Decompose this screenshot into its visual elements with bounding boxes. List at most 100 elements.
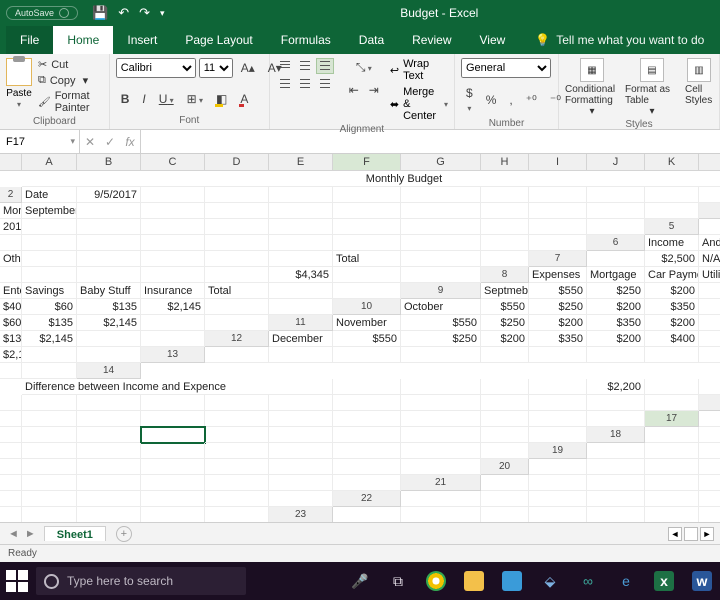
cell-E22[interactable] bbox=[645, 491, 699, 507]
cell-D12[interactable]: $200 bbox=[481, 331, 529, 347]
col-header-D[interactable]: D bbox=[205, 154, 269, 171]
row-header-20[interactable]: 20 bbox=[481, 459, 529, 475]
cell-G15[interactable] bbox=[333, 395, 401, 411]
cell-H2[interactable] bbox=[481, 187, 529, 203]
cell-E4[interactable] bbox=[141, 219, 205, 235]
col-header-F[interactable]: F bbox=[333, 154, 401, 171]
cell-A13[interactable] bbox=[205, 347, 269, 363]
cell-D16[interactable] bbox=[77, 411, 141, 427]
cell-G7[interactable] bbox=[77, 267, 141, 283]
cell-K21[interactable] bbox=[205, 491, 269, 507]
cell-C11[interactable]: $250 bbox=[481, 315, 529, 331]
cell-L18[interactable] bbox=[481, 443, 529, 459]
cell-I8[interactable]: Insurance bbox=[141, 283, 205, 299]
cell-B21[interactable] bbox=[529, 475, 587, 491]
format-as-table-button[interactable]: ▤Format as Table▾ bbox=[625, 58, 679, 117]
cell-B19[interactable] bbox=[645, 443, 699, 459]
cell-K10[interactable] bbox=[141, 315, 205, 331]
sheet-tab[interactable]: Sheet1 bbox=[44, 526, 106, 541]
cell-D17[interactable] bbox=[22, 427, 77, 443]
cell-F2[interactable] bbox=[333, 187, 401, 203]
new-sheet-button[interactable]: + bbox=[116, 526, 132, 542]
cell-E10[interactable]: $350 bbox=[645, 299, 699, 315]
cell-E12[interactable]: $350 bbox=[529, 331, 587, 347]
cell-K6[interactable] bbox=[401, 251, 481, 267]
word-icon[interactable]: w bbox=[690, 569, 714, 593]
cell-H9[interactable]: $60 bbox=[22, 299, 77, 315]
cell-I17[interactable] bbox=[333, 427, 401, 443]
cell-F17[interactable] bbox=[141, 427, 205, 443]
cell-G6[interactable] bbox=[141, 251, 205, 267]
cell-G12[interactable]: $400 bbox=[645, 331, 699, 347]
col-header-H[interactable]: H bbox=[481, 154, 529, 171]
cell-A8[interactable]: Expenses bbox=[529, 267, 587, 283]
cell-H8[interactable]: Baby Stuff bbox=[77, 283, 141, 299]
cell-K22[interactable] bbox=[141, 507, 205, 522]
italic-button[interactable]: I bbox=[137, 90, 150, 108]
dropbox-icon[interactable]: ⬙ bbox=[538, 569, 562, 593]
cell-I6[interactable] bbox=[269, 251, 333, 267]
font-color-button[interactable]: A bbox=[235, 90, 253, 108]
cell-C8[interactable]: Car Payment bbox=[645, 267, 699, 283]
cell-F23[interactable] bbox=[645, 507, 699, 522]
row-header-21[interactable]: 21 bbox=[401, 475, 481, 491]
cell-J19[interactable] bbox=[269, 459, 333, 475]
cell-B20[interactable] bbox=[587, 459, 645, 475]
cell-B12[interactable]: $550 bbox=[333, 331, 401, 347]
cell-C7[interactable]: N/A bbox=[699, 251, 720, 267]
cell-G8[interactable]: Savings bbox=[22, 283, 77, 299]
cell-G3[interactable] bbox=[333, 203, 401, 219]
cell-L11[interactable] bbox=[141, 331, 205, 347]
arduino-icon[interactable]: ∞ bbox=[576, 569, 600, 593]
cell-G2[interactable] bbox=[401, 187, 481, 203]
cell-H6[interactable] bbox=[205, 251, 269, 267]
cell-H21[interactable] bbox=[22, 491, 77, 507]
cell-C2[interactable] bbox=[141, 187, 205, 203]
cell-J20[interactable] bbox=[205, 475, 269, 491]
cell-K12[interactable] bbox=[22, 347, 77, 363]
cell-E7[interactable] bbox=[0, 267, 22, 283]
row-header-6[interactable]: 6 bbox=[587, 235, 645, 251]
chrome-icon[interactable] bbox=[424, 569, 448, 593]
font-size-select[interactable]: 11 bbox=[199, 58, 233, 78]
cell-J4[interactable] bbox=[481, 219, 529, 235]
paste-button[interactable]: Paste bbox=[6, 58, 32, 110]
save-icon[interactable]: 💾 bbox=[92, 5, 108, 21]
cell-J7[interactable]: $4,345 bbox=[269, 267, 333, 283]
row-header-23[interactable]: 23 bbox=[269, 507, 333, 522]
fill-color-button[interactable]: ◧ bbox=[211, 90, 232, 108]
cell-L22[interactable] bbox=[205, 507, 269, 522]
cell-E6[interactable] bbox=[22, 251, 77, 267]
cell-B9[interactable]: $550 bbox=[529, 283, 587, 299]
conditional-formatting-button[interactable]: ▦Conditional Formatting▾ bbox=[565, 58, 619, 117]
col-header-G[interactable]: G bbox=[401, 154, 481, 171]
hscroll-left-icon[interactable]: ◄ bbox=[668, 527, 682, 541]
cell-L8[interactable] bbox=[333, 283, 401, 299]
cell-F13[interactable] bbox=[529, 347, 587, 363]
enter-icon[interactable]: ✓ bbox=[100, 135, 120, 149]
col-header-E[interactable]: E bbox=[269, 154, 333, 171]
edge-icon[interactable]: e bbox=[614, 569, 638, 593]
cell-A17[interactable] bbox=[699, 411, 720, 427]
row-header-5[interactable]: 5 bbox=[645, 219, 699, 235]
cell-G20[interactable] bbox=[22, 475, 77, 491]
cell-C15[interactable] bbox=[77, 395, 141, 411]
cell-G9[interactable]: $400 bbox=[0, 299, 22, 315]
cell-L7[interactable] bbox=[401, 267, 481, 283]
grow-font-button[interactable]: A▴ bbox=[236, 59, 260, 77]
cell-L21[interactable] bbox=[269, 491, 333, 507]
cut-button[interactable]: Cut bbox=[38, 58, 103, 71]
cell-L2[interactable] bbox=[699, 187, 720, 203]
cell-I20[interactable] bbox=[141, 475, 205, 491]
tell-me[interactable]: 💡Tell me what you want to do bbox=[519, 26, 704, 54]
wrap-text-button[interactable]: ↩Wrap Text bbox=[390, 58, 448, 82]
cell-I21[interactable] bbox=[77, 491, 141, 507]
cell-H14[interactable] bbox=[481, 379, 529, 395]
file-explorer-icon[interactable] bbox=[462, 569, 486, 593]
cell-C23[interactable] bbox=[481, 507, 529, 522]
cell-L15[interactable] bbox=[645, 395, 699, 411]
cell-L9[interactable] bbox=[269, 299, 333, 315]
cell-K18[interactable] bbox=[401, 443, 481, 459]
cell-D20[interactable] bbox=[699, 459, 720, 475]
cell-H4[interactable] bbox=[333, 219, 401, 235]
